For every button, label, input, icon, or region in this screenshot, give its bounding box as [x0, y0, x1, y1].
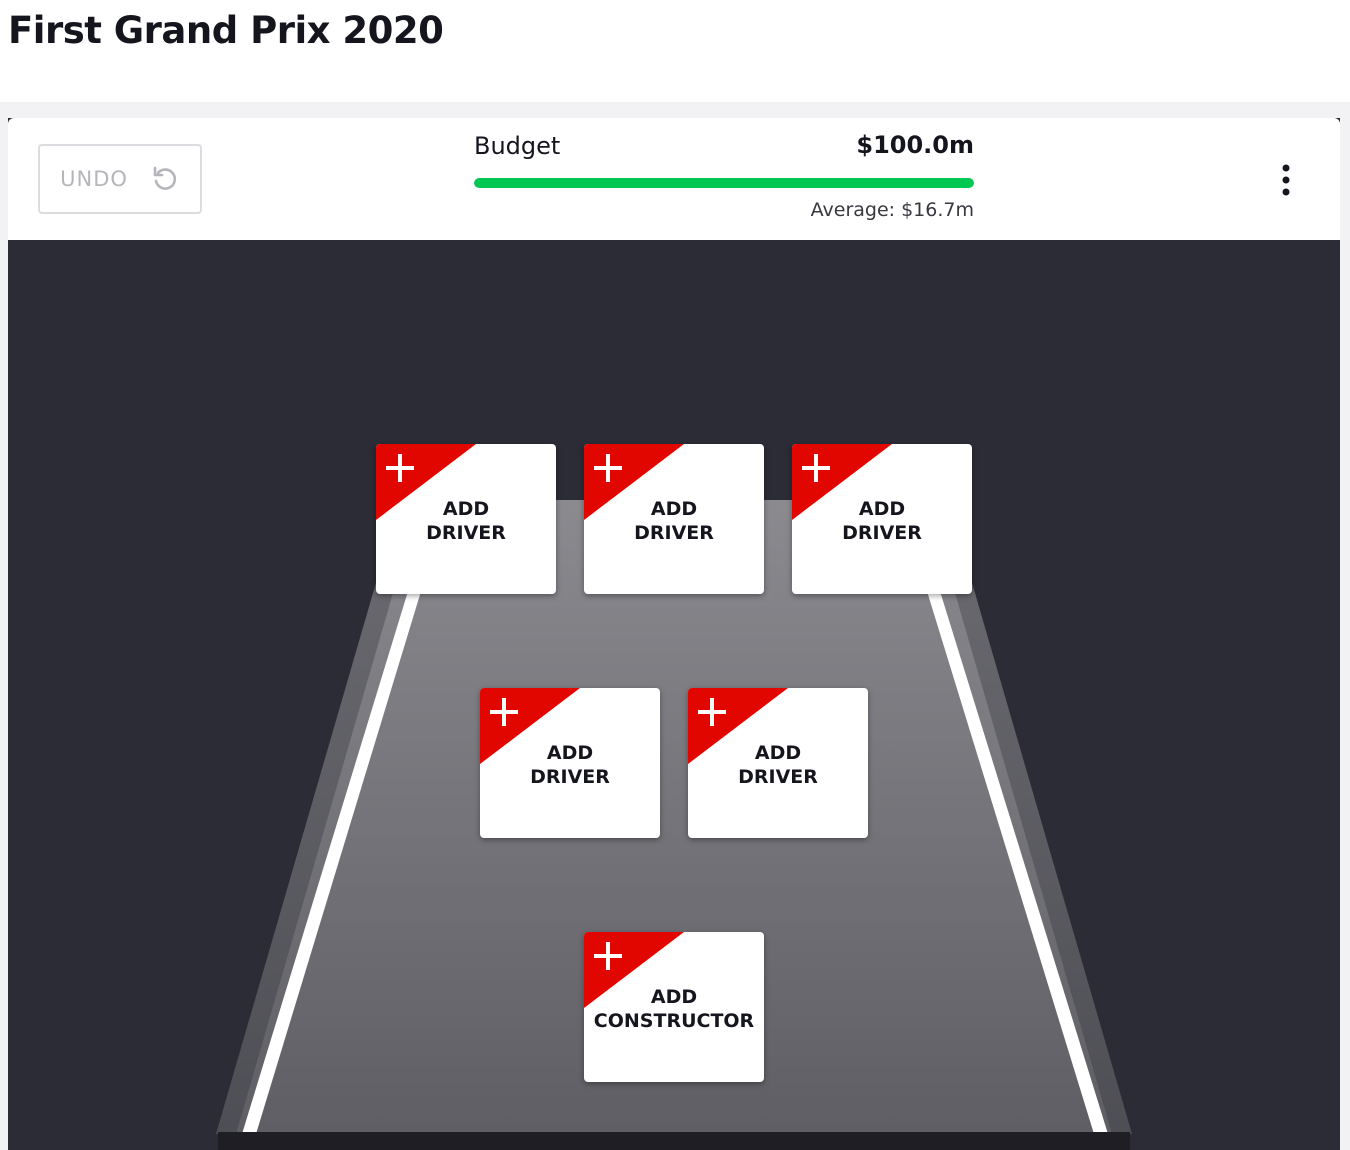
budget-progress-fill — [474, 178, 974, 188]
undo-button[interactable]: UNDO — [38, 144, 202, 214]
card-label: ADD DRIVER — [530, 742, 610, 788]
add-constructor-card[interactable]: ADD CONSTRUCTOR — [584, 932, 764, 1082]
add-driver-card-3[interactable]: ADD DRIVER — [792, 444, 972, 594]
page-title: First Grand Prix 2020 — [8, 9, 444, 52]
plus-icon — [386, 454, 414, 482]
more-options-button[interactable] — [1270, 160, 1302, 200]
budget-value: $100.0m — [856, 131, 974, 159]
budget-toolbar: UNDO Budget $100.0m Average: $16.7m — [8, 118, 1340, 240]
card-label: ADD DRIVER — [738, 742, 818, 788]
vertical-dots-icon — [1282, 164, 1290, 196]
average-price: Average: $16.7m — [810, 199, 974, 221]
card-label: ADD DRIVER — [842, 498, 922, 544]
plus-icon — [698, 698, 726, 726]
undo-arrow-icon — [153, 166, 176, 190]
budget-label: Budget — [474, 132, 561, 160]
plus-icon — [594, 454, 622, 482]
add-driver-card-5[interactable]: ADD DRIVER — [688, 688, 868, 838]
card-label: ADD CONSTRUCTOR — [593, 986, 755, 1032]
card-label: ADD DRIVER — [634, 498, 714, 544]
plus-icon — [802, 454, 830, 482]
plus-icon — [594, 942, 622, 970]
plus-icon — [490, 698, 518, 726]
budget-progress-bar — [474, 178, 974, 188]
card-label: ADD DRIVER — [426, 498, 506, 544]
undo-label: UNDO — [60, 167, 128, 191]
track-base — [218, 1132, 1130, 1150]
team-builder-panel: UNDO Budget $100.0m Average: $16.7m ADD … — [8, 118, 1340, 1150]
add-driver-card-4[interactable]: ADD DRIVER — [480, 688, 660, 838]
add-driver-card-1[interactable]: ADD DRIVER — [376, 444, 556, 594]
add-driver-card-2[interactable]: ADD DRIVER — [584, 444, 764, 594]
